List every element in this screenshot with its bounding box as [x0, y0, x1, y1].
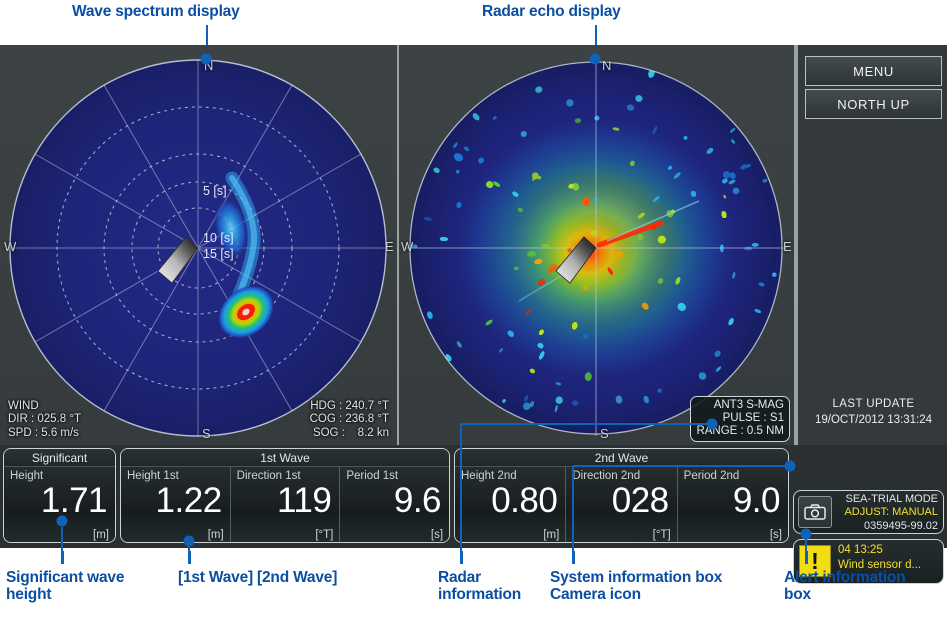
annotation-wave-panels: [1st Wave] [2nd Wave] [178, 569, 338, 586]
cell-value: 9.0 [732, 481, 781, 520]
first-wave-period-cell[interactable]: Period 1st 9.6 [s] [339, 467, 449, 542]
svg-text:5 [s]: 5 [s] [203, 184, 227, 198]
leader-line-significant-height [62, 551, 64, 564]
wave-spectrum-plot: 5 [s] 10 [s] 15 [s] [9, 59, 387, 437]
cell-unit: [m] [93, 529, 109, 541]
cell-unit: [m] [543, 529, 560, 541]
system-info-text: SEA-TRIAL MODE ADJUST: MANUAL 0359495-99… [844, 493, 938, 533]
second-wave-height-cell[interactable]: Height 2nd 0.80 [m] [455, 467, 566, 542]
annotation-wave-spectrum-display: Wave spectrum display [72, 3, 240, 20]
leader-line-radar-echo [595, 25, 597, 47]
cell-value: 028 [611, 481, 669, 520]
cell-unit: [s] [769, 529, 782, 541]
annotation-alert-information: Alert information box [784, 569, 906, 603]
orientation-mode-button[interactable]: NORTH UP [805, 89, 942, 119]
leader-line-wave-spectrum [206, 25, 208, 47]
leader-line-alert-information [806, 551, 808, 564]
cell-unit: [°T] [315, 529, 334, 541]
second-wave-direction-cell[interactable]: Direction 2nd 028 [°T] [565, 467, 677, 542]
wave-spectrum-display[interactable]: 5 [s] 10 [s] 15 [s] N E S W WIND DIR : 0… [0, 45, 397, 445]
radar-display-screen: 5 [s] 10 [s] 15 [s] N E S W WIND DIR : 0… [0, 45, 947, 584]
system-serial: 0359495-99.02 [863, 519, 938, 532]
annotation-system-information: System information box Camera icon [550, 569, 723, 603]
significant-wave-card[interactable]: Significant Height 1.71 [m] [3, 448, 116, 543]
cell-unit: [m] [207, 529, 224, 541]
cell-value: 1.71 [40, 481, 108, 520]
menu-button[interactable]: MENU [805, 56, 942, 86]
first-wave-height-cell[interactable]: Height 1st 1.22 [m] [121, 467, 230, 542]
svg-text:15 [s]: 15 [s] [203, 247, 234, 261]
second-wave-card[interactable]: 2nd Wave Height 2nd 0.80 [m] Direction 2… [454, 448, 789, 543]
navigation-information: HDG : 240.7 °T COG : 236.8 °T SOG : 8.2 … [309, 399, 389, 439]
last-update-title: LAST UPDATE [832, 398, 915, 410]
first-wave-card-title: 1st Wave [121, 449, 449, 467]
leader-line-system-information [573, 551, 575, 564]
first-wave-direction-cell[interactable]: Direction 1st 119 [°T] [229, 467, 340, 542]
cell-value: 1.22 [155, 481, 223, 520]
leader-line-radar-information [461, 551, 463, 564]
wind-information: WIND DIR : 025.8 °T SPD : 5.6 m/s [8, 399, 81, 439]
radar-information-box: ANT3 S-MAG PULSE : S1 RANGE : 0.5 NM [690, 396, 790, 442]
cell-value: 9.6 [393, 481, 442, 520]
second-wave-period-cell[interactable]: Period 2nd 9.0 [s] [676, 467, 788, 542]
significant-height-cell[interactable]: Height 1.71 [m] [4, 467, 115, 542]
cell-value: 0.80 [491, 481, 558, 520]
radar-echo-display[interactable]: N E S W ANT3 S-MAG PULSE : S1 RANGE : 0.… [399, 45, 794, 445]
last-update-block: LAST UPDATE 19/OCT/2012 13:31:24 [800, 396, 947, 428]
cell-unit: [s] [430, 529, 444, 541]
annotation-radar-echo-display: Radar echo display [482, 3, 621, 20]
first-wave-card[interactable]: 1st Wave Height 1st 1.22 [m] Direction 1… [120, 448, 450, 543]
system-adjust: ADJUST: MANUAL [844, 506, 938, 519]
cell-value: 119 [277, 481, 332, 520]
leader-line-wave-panels [189, 551, 191, 564]
significant-card-title: Significant [4, 449, 115, 467]
system-mode: SEA-TRIAL MODE [845, 493, 939, 505]
radar-echo-plot [405, 60, 787, 436]
annotation-radar-information: Radar information [438, 569, 522, 603]
alert-message: 04 13:25 Wind sensor d... [838, 544, 922, 571]
cell-unit: [°T] [652, 529, 671, 541]
camera-glyph [804, 504, 826, 520]
svg-text:10 [s]: 10 [s] [203, 231, 234, 245]
screenshot-root: Wave spectrum display Radar echo display [0, 0, 947, 622]
camera-icon[interactable] [798, 496, 832, 528]
annotation-significant-wave-height: Significant wave height [6, 569, 125, 603]
second-wave-card-title: 2nd Wave [455, 449, 788, 467]
last-update-value: 19/OCT/2012 13:31:24 [815, 414, 932, 426]
system-information-box: SEA-TRIAL MODE ADJUST: MANUAL 0359495-99… [793, 490, 944, 534]
